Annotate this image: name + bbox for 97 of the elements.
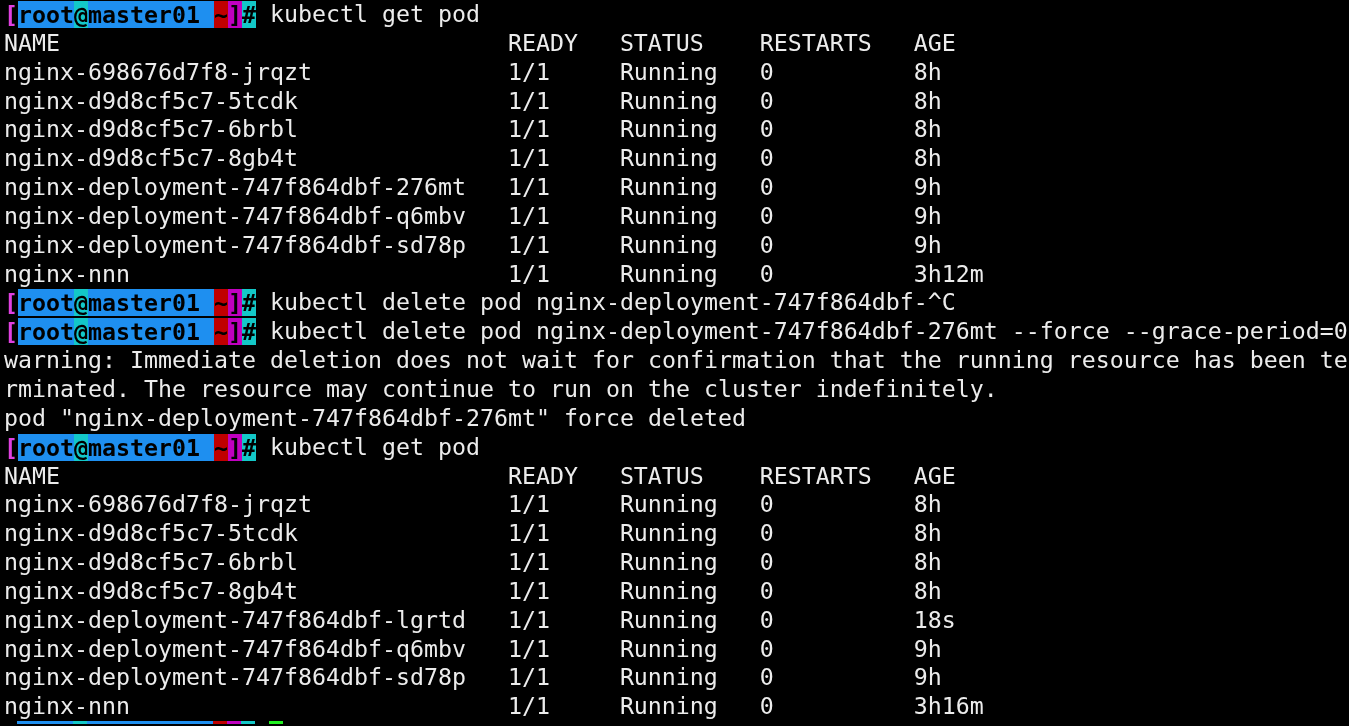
table-cell-text: 0 xyxy=(759,548,775,577)
table-cell-text: 0 xyxy=(759,634,775,664)
table-cell-text: 1/1 xyxy=(507,57,551,87)
table-cell-text: Running xyxy=(619,663,719,693)
table-cell-text: 9h xyxy=(913,230,943,260)
table-cell-text: 1/1 xyxy=(507,259,551,289)
output-text: warning: Immediate deletion does not wait for confirmation that the running resource has been te xyxy=(4,346,1348,375)
table-cell-text: Running xyxy=(619,519,719,549)
command-text: kubectl get pod xyxy=(268,432,480,462)
table-cell-text: 0 xyxy=(759,173,775,202)
table-cell-text: 0 xyxy=(759,519,775,549)
table-cell-text: 1/1 xyxy=(507,230,551,260)
table-cell-text: 1/1 xyxy=(507,548,551,577)
table-cell-text: nginx-deployment-747f864dbf-q6mbv xyxy=(4,634,467,664)
table-cell-text: 0 xyxy=(759,663,775,693)
command-text: kubectl delete pod nginx-deployment-747f864dbf-276mt --force --grace-period=0 xyxy=(268,317,1348,347)
table-cell-text: nginx-698676d7f8-jrqzt xyxy=(4,57,313,87)
table-cell-text: 9h xyxy=(913,634,943,664)
table-cell-text: 1/1 xyxy=(507,605,551,635)
table-cell-text: 1/1 xyxy=(507,576,551,606)
table-cell-text: 9h xyxy=(913,173,943,202)
column-header: STATUS xyxy=(619,28,705,58)
table-cell-text: 1/1 xyxy=(507,519,551,549)
column-header: AGE xyxy=(913,28,957,58)
table-cell-text: 3h16m xyxy=(913,692,985,722)
table-cell-text: 0 xyxy=(759,230,775,260)
command-text: kubectl get pod xyxy=(268,0,480,29)
table-cell-text: nginx-deployment-747f864dbf-lgrtd xyxy=(4,605,467,635)
table-cell-text: nginx-d9d8cf5c7-8gb4t xyxy=(4,144,299,174)
output-text: rminated. The resource may continue to run on the cluster indefinitely. xyxy=(4,374,998,404)
table-cell-text: nginx-698676d7f8-jrqzt xyxy=(4,490,313,520)
table-cell-text: 1/1 xyxy=(507,634,551,664)
table-cell-text: 8h xyxy=(913,576,943,606)
table-cell-text: Running xyxy=(619,86,719,116)
table-cell-text: Running xyxy=(619,490,719,520)
table-cell-text: 0 xyxy=(759,201,775,231)
table-cell-text: nginx-d9d8cf5c7-6brbl xyxy=(4,548,299,577)
table-cell-text: 1/1 xyxy=(507,490,551,520)
table-cell-text: 0 xyxy=(759,86,775,116)
table-cell-text: Running xyxy=(619,576,719,606)
table-cell-text: 0 xyxy=(759,57,775,87)
table-cell-text: 8h xyxy=(913,548,943,577)
table-cell-text: 1/1 xyxy=(507,692,551,722)
table-cell-text: nginx-nnn xyxy=(4,692,131,722)
table-cell-text: 8h xyxy=(913,144,943,174)
column-header: RESTARTS xyxy=(759,28,873,58)
table-cell-text: 0 xyxy=(759,115,775,145)
table-cell-text: 1/1 xyxy=(507,173,551,202)
table-cell-text: 8h xyxy=(913,86,943,116)
table-cell-text: 3h12m xyxy=(913,259,985,289)
command-text: kubectl delete pod nginx-deployment-747f864dbf-^C xyxy=(268,288,956,318)
table-cell-text: 0 xyxy=(759,692,775,722)
table-cell-text: 1/1 xyxy=(507,663,551,693)
table-cell-text: nginx-deployment-747f864dbf-276mt xyxy=(4,173,467,202)
table-cell-text: Running xyxy=(619,230,719,260)
column-header: RESTARTS xyxy=(759,461,873,491)
column-header: READY xyxy=(507,461,579,491)
table-cell-text: Running xyxy=(619,634,719,664)
table-cell-text: Running xyxy=(619,201,719,231)
column-header: NAME xyxy=(4,461,61,491)
table-cell-text: Running xyxy=(619,173,719,202)
table-cell-text: 1/1 xyxy=(507,201,551,231)
table-cell-text: 1/1 xyxy=(507,86,551,116)
table-cell-text: 8h xyxy=(913,490,943,520)
table-cell-text: Running xyxy=(619,605,719,635)
table-cell-text: nginx-deployment-747f864dbf-sd78p xyxy=(4,230,467,260)
output-text: pod "nginx-deployment-747f864dbf-276mt" force deleted xyxy=(4,403,746,433)
table-cell-text: 8h xyxy=(913,519,943,549)
table-cell-text: 0 xyxy=(759,259,775,289)
table-cell-text: nginx-deployment-747f864dbf-sd78p xyxy=(4,663,467,693)
table-cell-text: nginx-d9d8cf5c7-6brbl xyxy=(4,115,299,145)
column-header: NAME xyxy=(4,28,61,58)
table-cell-text: 0 xyxy=(759,576,775,606)
table-cell-text: 0 xyxy=(759,144,775,174)
table-cell-text: Running xyxy=(619,692,719,722)
column-header: READY xyxy=(507,28,579,58)
table-cell-text: Running xyxy=(619,115,719,145)
table-cell-text: Running xyxy=(619,144,719,174)
table-cell-text: nginx-nnn xyxy=(4,259,131,289)
table-cell-text: Running xyxy=(619,259,719,289)
column-header: AGE xyxy=(913,461,957,491)
table-cell-text: 9h xyxy=(913,663,943,693)
table-cell-text: Running xyxy=(619,548,719,577)
table-cell-text: 0 xyxy=(759,490,775,520)
table-cell-text: 1/1 xyxy=(507,144,551,174)
table-cell-text: 9h xyxy=(913,201,943,231)
table-cell-text: Running xyxy=(619,57,719,87)
column-header: STATUS xyxy=(619,461,705,491)
table-cell-text: 18s xyxy=(913,605,957,635)
table-cell-text: 1/1 xyxy=(507,115,551,145)
table-cell-text: nginx-d9d8cf5c7-8gb4t xyxy=(4,576,299,606)
table-cell-text: nginx-deployment-747f864dbf-q6mbv xyxy=(4,201,467,231)
table-cell-text: nginx-d9d8cf5c7-5tcdk xyxy=(4,519,299,549)
table-cell-text: 0 xyxy=(759,605,775,635)
table-cell-text: 8h xyxy=(913,115,943,145)
table-cell-text: 8h xyxy=(913,57,943,87)
table-cell-text: nginx-d9d8cf5c7-5tcdk xyxy=(4,86,299,116)
